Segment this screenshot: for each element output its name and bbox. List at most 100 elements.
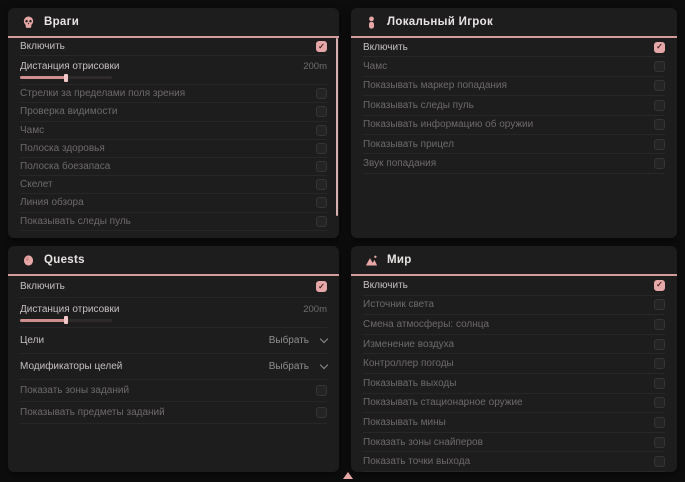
- checkbox[interactable]: [654, 437, 665, 448]
- setting-row[interactable]: Показывать мины: [363, 413, 665, 433]
- setting-label: Чамс: [20, 125, 44, 136]
- setting-row[interactable]: Источник света: [363, 296, 665, 316]
- setting-row[interactable]: Изменение воздуха: [363, 335, 665, 355]
- setting-row[interactable]: Показывать следы пуль: [363, 96, 665, 115]
- setting-row[interactable]: Чамс: [363, 57, 665, 76]
- setting-row[interactable]: Показывать прицел: [363, 135, 665, 154]
- setting-row[interactable]: Проверка видимости: [20, 103, 327, 121]
- checkmark-icon: ✓: [656, 281, 663, 289]
- checkbox[interactable]: [316, 143, 327, 154]
- dropdown[interactable]: Выбрать: [269, 361, 327, 372]
- setting-row[interactable]: Чамс: [20, 122, 327, 140]
- checkbox[interactable]: ✓: [316, 41, 327, 52]
- scrollbar[interactable]: [336, 38, 339, 216]
- checkbox[interactable]: [654, 100, 665, 111]
- setting-row[interactable]: Включить✓: [20, 276, 327, 298]
- checkbox[interactable]: [654, 319, 665, 330]
- setting-row[interactable]: Показывать следы пуль: [20, 213, 327, 231]
- checkbox[interactable]: [654, 299, 665, 310]
- setting-row[interactable]: Показывать маркер попадания: [363, 77, 665, 96]
- slider-handle[interactable]: [64, 316, 68, 324]
- mountain-icon: [365, 254, 378, 267]
- slider[interactable]: [20, 319, 112, 322]
- setting-row[interactable]: ЦелиВыбрать: [20, 328, 327, 354]
- checkbox[interactable]: [316, 106, 327, 117]
- setting-row[interactable]: Показать точки выхода: [363, 452, 665, 472]
- checkbox[interactable]: [316, 125, 327, 136]
- panel-title: Мир: [387, 254, 412, 266]
- setting-row[interactable]: Показать зоны снайперов: [363, 433, 665, 453]
- quest-circle-icon: [22, 254, 35, 267]
- checkbox[interactable]: [654, 397, 665, 408]
- setting-row[interactable]: Звук попадания: [363, 154, 665, 173]
- checkbox[interactable]: [654, 339, 665, 350]
- skull-icon: [22, 16, 35, 29]
- checkbox[interactable]: [654, 61, 665, 72]
- checkbox[interactable]: [654, 358, 665, 369]
- panel-quests-header: Quests: [8, 246, 339, 276]
- setting-label: Полоска здоровья: [20, 143, 105, 154]
- setting-label: Показывать следы пуль: [20, 216, 131, 227]
- setting-label: Показывать выходы: [363, 378, 456, 389]
- checkbox[interactable]: [654, 417, 665, 428]
- checkbox[interactable]: [316, 88, 327, 99]
- panel-world-body: Включить ✓ Источник света Смена атмосферы: …: [351, 276, 677, 472]
- checkbox[interactable]: [316, 216, 327, 227]
- setting-row[interactable]: Контроллер погоды: [363, 354, 665, 374]
- setting-row[interactable]: Показывать информацию об оружии: [363, 116, 665, 135]
- panel-local-player: Локальный Игрок Включить✓ЧамсПоказывать …: [351, 8, 677, 238]
- scroll-up-indicator-icon[interactable]: [343, 472, 353, 479]
- setting-row[interactable]: Дистанция отрисовки200m: [20, 56, 327, 85]
- setting-row[interactable]: Полоска боезапаса: [20, 158, 327, 176]
- checkbox[interactable]: [316, 385, 327, 396]
- checkbox[interactable]: ✓: [316, 281, 327, 292]
- setting-row[interactable]: Показывать предметы заданий: [20, 402, 327, 424]
- panel-title: Quests: [44, 254, 85, 266]
- setting-label: Скелет: [20, 179, 53, 190]
- setting-row[interactable]: Стрелки за пределами поля зрения: [20, 85, 327, 103]
- checkbox[interactable]: ✓: [654, 42, 665, 53]
- setting-label: Показывать предметы заданий: [20, 407, 165, 418]
- checkbox[interactable]: [316, 197, 327, 208]
- setting-label: Включить: [363, 280, 408, 291]
- slider-handle[interactable]: [64, 74, 68, 82]
- setting-row[interactable]: Линия обзора: [20, 194, 327, 212]
- setting-row[interactable]: Включить✓: [20, 38, 327, 56]
- setting-label: Контроллер погоды: [363, 358, 454, 369]
- setting-row[interactable]: Смена атмосферы: солнца: [363, 315, 665, 335]
- setting-label: Показывать мины: [363, 417, 446, 428]
- checkbox[interactable]: [654, 378, 665, 389]
- setting-row[interactable]: Показать зоны заданий: [20, 380, 327, 402]
- dropdown[interactable]: Выбрать: [269, 335, 327, 346]
- setting-row[interactable]: Показывать выходы: [363, 374, 665, 394]
- setting-row[interactable]: Включить ✓: [363, 276, 665, 296]
- setting-row[interactable]: Дистанция отрисовки200m: [20, 298, 327, 328]
- slider[interactable]: [20, 76, 112, 79]
- slider-value: 200m: [303, 61, 327, 72]
- setting-row[interactable]: Показывать стационарное оружие: [363, 394, 665, 414]
- setting-label: Изменение воздуха: [363, 339, 454, 350]
- setting-row[interactable]: Полоска здоровья: [20, 140, 327, 158]
- panel-enemies: Враги Включить✓Дистанция отрисовки200mСт…: [8, 8, 339, 238]
- checkbox[interactable]: ✓: [654, 280, 665, 291]
- checkbox[interactable]: [654, 139, 665, 150]
- setting-label: Звук попадания: [363, 158, 436, 169]
- checkbox[interactable]: [316, 161, 327, 172]
- panel-player-body: Включить✓ЧамсПоказывать маркер попадания…: [351, 38, 677, 174]
- checkbox[interactable]: [316, 179, 327, 190]
- checkbox[interactable]: [654, 456, 665, 467]
- dropdown-value: Выбрать: [269, 335, 309, 346]
- setting-row[interactable]: Модификаторы целейВыбрать: [20, 354, 327, 380]
- checkbox[interactable]: [316, 407, 327, 418]
- setting-row[interactable]: Скелет: [20, 176, 327, 194]
- panel-world: Мир Включить ✓ Источник света Смена атмосфе…: [351, 246, 677, 472]
- setting-label: Линия обзора: [20, 197, 84, 208]
- setting-label: Источник света: [363, 299, 434, 310]
- checkbox[interactable]: [654, 119, 665, 130]
- checkbox[interactable]: [654, 80, 665, 91]
- checkbox[interactable]: [654, 158, 665, 169]
- checkmark-icon: ✓: [318, 43, 325, 51]
- setting-label: Смена атмосферы: солнца: [363, 319, 489, 330]
- setting-label: Показывать информацию об оружии: [363, 119, 533, 130]
- setting-row[interactable]: Включить✓: [363, 38, 665, 57]
